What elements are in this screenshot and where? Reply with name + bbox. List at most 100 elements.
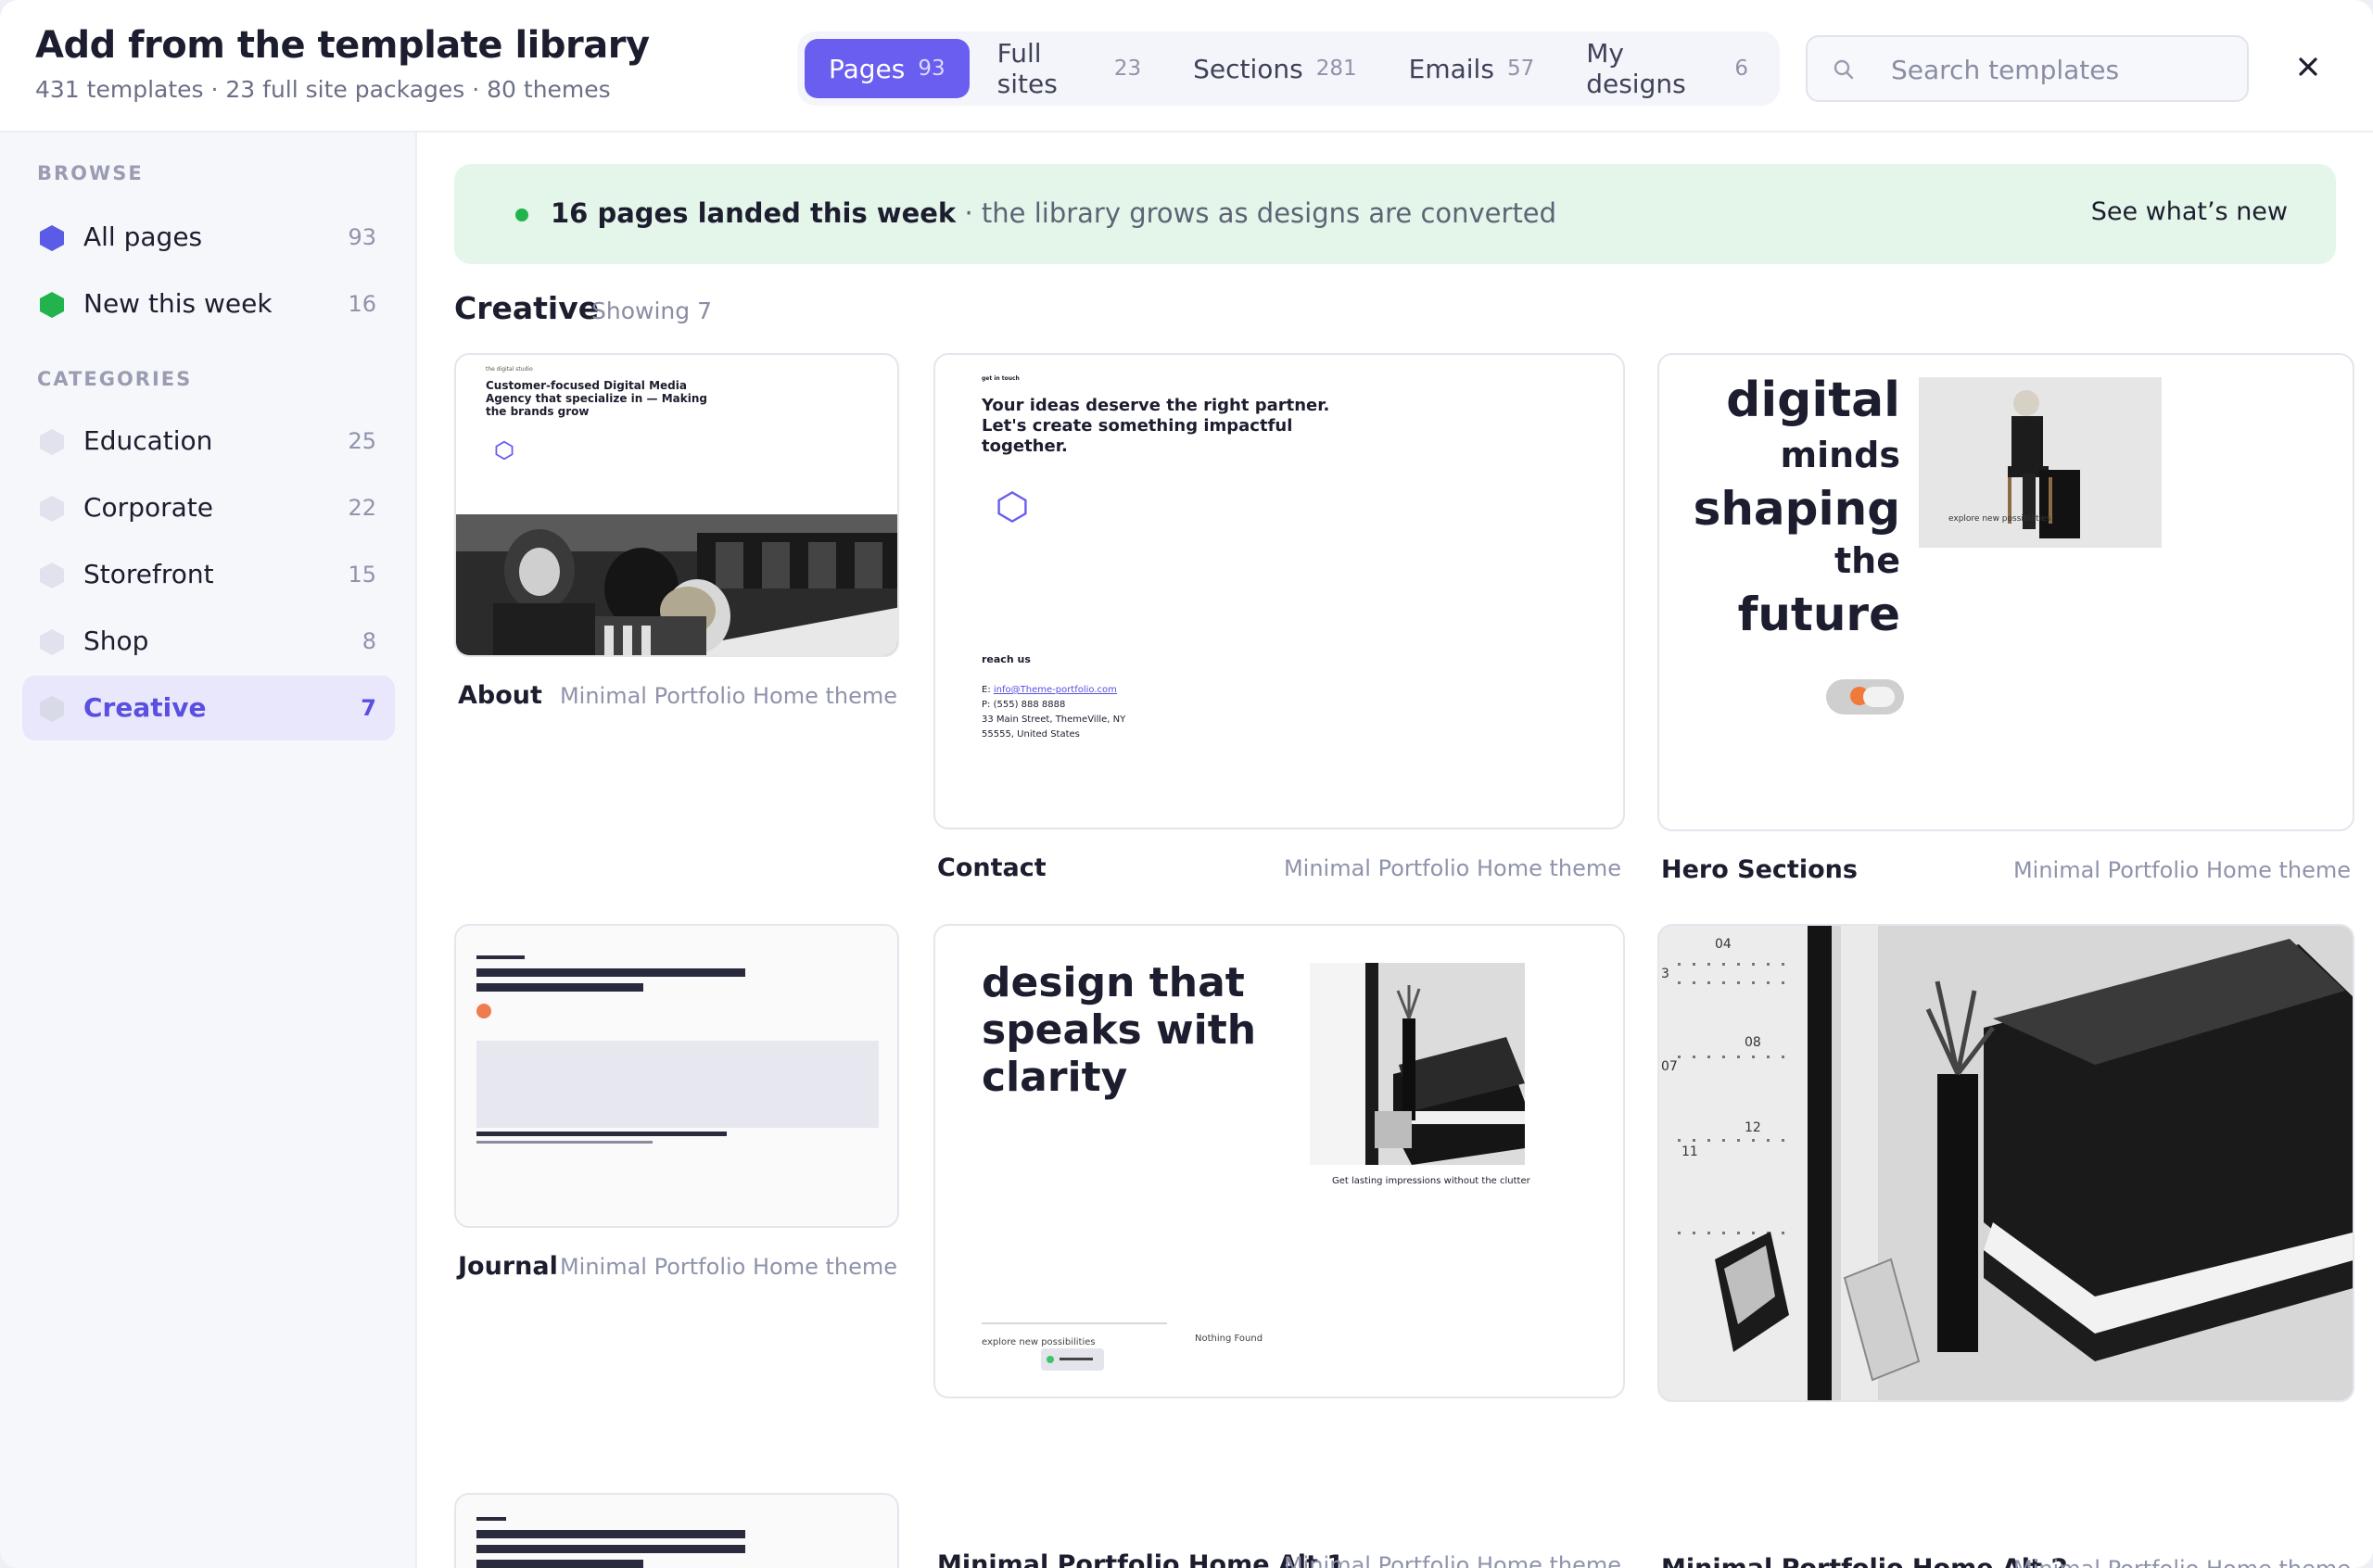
tab-label: Full sites [996, 38, 1058, 99]
calendar-number: 08 [1745, 1035, 1761, 1050]
sidebar-item-label: New this week [83, 288, 273, 319]
preview-line [476, 1517, 506, 1521]
status-dot [515, 209, 528, 221]
see-whats-new-link[interactable]: See what’s new [2091, 197, 2288, 226]
preview-line [476, 1560, 643, 1568]
preview-dot [476, 1004, 491, 1018]
toggle-pill [1826, 679, 1904, 714]
preview-footer-right: Nothing Found [1195, 1334, 1263, 1344]
tab-label: Sections [1193, 53, 1303, 84]
template-card-minimal-portfolio-alt-2[interactable]: 3 04 08 07 12 11 Minimal Portfolio Home … [1657, 924, 2354, 1568]
sidebar-item-all-pages[interactable]: All pages 93 [22, 205, 395, 270]
sidebar-item-corporate[interactable]: Corporate 22 [22, 475, 395, 540]
preview-headline: design that speaks with clarity [982, 959, 1257, 1101]
template-card-about[interactable]: the digital studio Customer-focused Digi… [454, 353, 901, 710]
sidebar-item-count: 16 [348, 291, 376, 317]
tab-my-designs[interactable]: My designs 6 [1562, 38, 1772, 99]
preview-email: info@Theme-portfolio.com [993, 685, 1117, 695]
sidebar-item-shop[interactable]: Shop 8 [22, 609, 395, 674]
toggle-track [1863, 687, 1895, 707]
hexagon-icon [40, 629, 64, 655]
search-box [1806, 35, 2249, 102]
calendar-number: 12 [1745, 1120, 1761, 1135]
tab-sections[interactable]: Sections 281 [1169, 39, 1381, 98]
sidebar-item-education[interactable]: Education 25 [22, 409, 395, 474]
sidebar-item-label: Shop [83, 626, 149, 656]
tab-count: 281 [1315, 57, 1357, 81]
preview-reach-label: reach us [982, 653, 1031, 665]
template-theme: Minimal Portfolio Home theme [2013, 1556, 2351, 1568]
preview-address: 33 Main Street, ThemeVille, NY [982, 714, 1126, 725]
calendar-number: 04 [1715, 937, 1732, 952]
template-name: Contact [937, 854, 1047, 882]
template-grid-area: 16 pages landed this week · the library … [419, 133, 2373, 1568]
sidebar-item-count: 15 [348, 562, 376, 588]
template-preview: design that speaks with clarity Get last… [933, 924, 1625, 1398]
preview-caption: Get lasting impressions without the clut… [1332, 1176, 1530, 1186]
template-card-partial[interactable] [454, 1493, 901, 1568]
preview-email-row: E: info@Theme-portfolio.com [982, 685, 1117, 695]
sidebar-item-label: Education [83, 425, 213, 456]
tab-count: 93 [918, 57, 945, 81]
new-pages-banner: 16 pages landed this week · the library … [454, 164, 2336, 264]
sidebar-item-label: All pages [83, 221, 203, 252]
template-theme: Minimal Portfolio Home theme [1283, 1552, 1621, 1568]
preview-kicker: get in touch [982, 375, 1020, 382]
preview-word: future [1737, 588, 1900, 641]
preview-footer-left: explore new possibilities [982, 1337, 1096, 1347]
hexagon-icon [997, 491, 1027, 523]
template-card-minimal-portfolio-alt-1[interactable]: design that speaks with clarity Get last… [933, 924, 1625, 1568]
sidebar-item-creative[interactable]: Creative 7 [22, 676, 395, 740]
email-prefix: E: [982, 685, 991, 695]
section-title: Creative [454, 290, 600, 326]
hexagon-icon [40, 496, 64, 522]
preview-line [476, 968, 745, 977]
preview-image-placeholder [476, 1041, 879, 1128]
sidebar-item-new-this-week[interactable]: New this week 16 [22, 272, 395, 336]
tab-count: 23 [1113, 57, 1142, 81]
template-theme: Minimal Portfolio Home theme [2012, 857, 2351, 883]
preview-address: 55555, United States [982, 729, 1080, 740]
close-icon[interactable] [2290, 48, 2327, 85]
hexagon-icon [40, 225, 64, 251]
office-photo [456, 514, 897, 655]
section-count: Showing 7 [591, 297, 712, 324]
template-theme: Minimal Portfolio Home theme [559, 683, 897, 709]
template-name: About [458, 681, 542, 710]
banner-rest: · the library grows as designs are conve… [956, 197, 1557, 229]
tab-emails[interactable]: Emails 57 [1385, 39, 1559, 98]
search-input[interactable] [1891, 48, 2234, 91]
template-name: Hero Sections [1661, 855, 1858, 884]
preview-line [1060, 1358, 1093, 1360]
template-preview: 3 04 08 07 12 11 [1657, 924, 2354, 1402]
preview-divider [982, 1322, 1167, 1324]
sidebar-item-count: 25 [348, 428, 376, 454]
calendar-number: 07 [1661, 1059, 1678, 1074]
tab-count: 6 [1734, 57, 1748, 81]
sidebar-item-storefront[interactable]: Storefront 15 [22, 542, 395, 607]
preview-word: digital [1726, 373, 1900, 428]
sidebar-item-label: Storefront [83, 559, 214, 589]
desk-photo [1310, 963, 1525, 1165]
template-theme: Minimal Portfolio Home theme [1283, 855, 1621, 881]
template-preview: get in touch Your ideas deserve the righ… [933, 353, 1625, 829]
preview-headline: Customer-focused Digital Media Agency th… [486, 379, 707, 418]
calendar-number: 3 [1661, 967, 1669, 981]
template-preview: the digital studio Customer-focused Digi… [454, 353, 899, 657]
template-card-contact[interactable]: get in touch Your ideas deserve the righ… [933, 353, 1625, 882]
sidebar-item-count: 7 [361, 695, 376, 721]
preview-word: shaping [1693, 482, 1900, 536]
template-name: Minimal Portfolio Home Alt 2 [1661, 1554, 2068, 1568]
preview-chip [1041, 1348, 1104, 1371]
preview-line [476, 1141, 653, 1144]
tab-label: Pages [829, 53, 906, 84]
modal-header: Add from the template library 431 templa… [0, 0, 2373, 133]
template-card-journal[interactable]: Journal Minimal Portfolio Home theme [454, 924, 901, 1281]
preview-word: the [1834, 540, 1900, 581]
hexagon-icon [40, 563, 64, 588]
tab-pages[interactable]: Pages 93 [805, 39, 970, 98]
tab-full-sites[interactable]: Full sites 23 [973, 38, 1165, 99]
sidebar-item-count: 22 [348, 495, 376, 521]
hexagon-icon [495, 440, 514, 461]
template-card-hero-sections[interactable]: digital minds shaping the future explore… [1657, 353, 2354, 884]
